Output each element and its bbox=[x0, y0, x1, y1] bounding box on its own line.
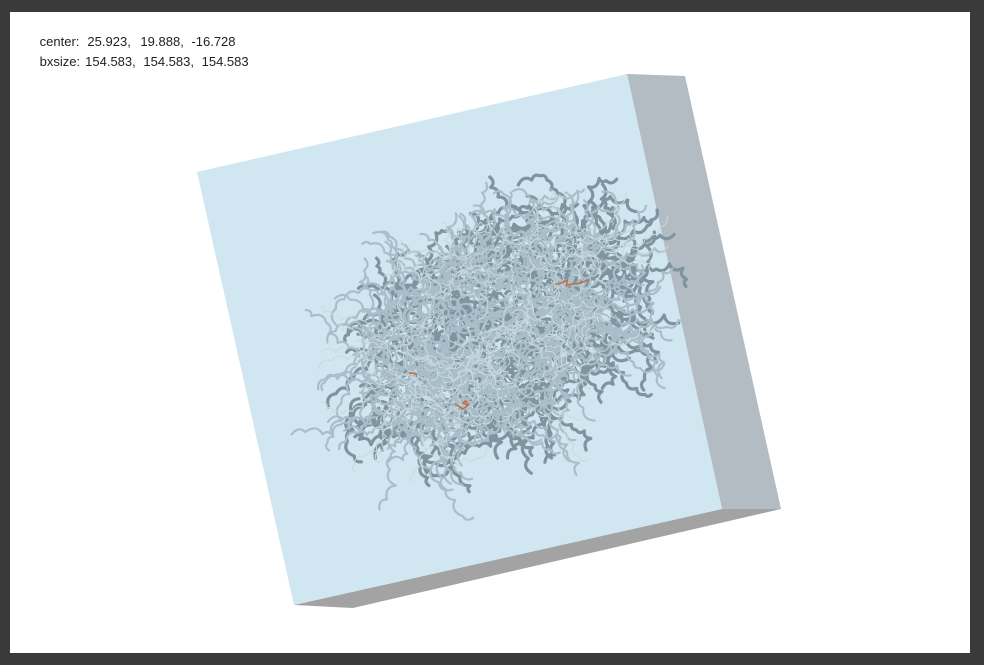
bxsize-x-value: 154.583 bbox=[85, 54, 133, 69]
window-frame: center: 25.923, 19.888, -16.728 bxsize: 15… bbox=[0, 0, 984, 665]
grid-box-scene[interactable] bbox=[10, 12, 970, 653]
bxsize-z-value: 154.583 bbox=[201, 54, 249, 69]
bxsize-readout: bxsize: 154.583, 154.583, 154.583 bbox=[39, 54, 249, 69]
3d-viewport[interactable]: center: 25.923, 19.888, -16.728 bxsize: 15… bbox=[10, 12, 970, 653]
bxsize-label: bxsize: bbox=[39, 54, 81, 69]
bxsize-y-value: 154.583 bbox=[143, 54, 191, 69]
